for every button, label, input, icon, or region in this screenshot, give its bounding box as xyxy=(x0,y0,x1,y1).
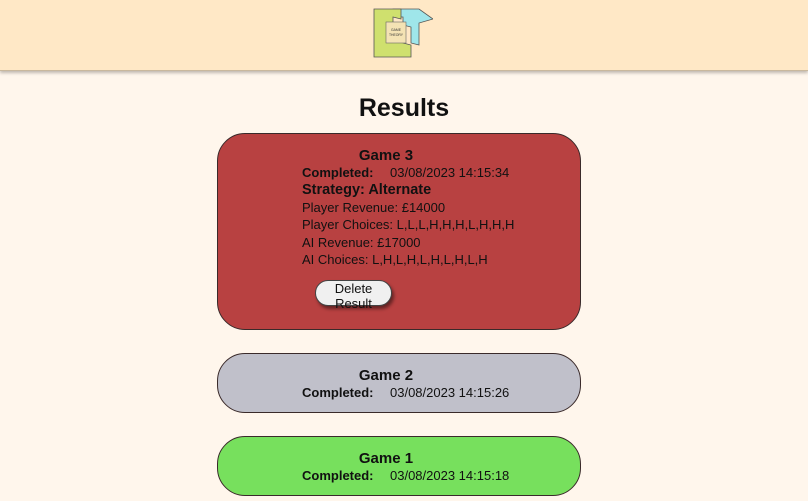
completed-label: Completed: xyxy=(302,385,374,400)
game-title: Game 2 xyxy=(358,367,414,384)
game-title: Game 3 xyxy=(358,147,414,164)
svg-text:GAME: GAME xyxy=(391,28,402,32)
game-title: Game 1 xyxy=(358,450,414,467)
completed-label: Completed: xyxy=(302,468,374,483)
app-header: GAME THEORY xyxy=(0,0,808,71)
ai-revenue: AI Revenue: £17000 xyxy=(302,235,421,250)
result-card-game-2[interactable]: Game 2 Completed: 03/08/2023 14:15:26 xyxy=(217,353,581,413)
strategy-heading: Strategy: Alternate xyxy=(302,182,432,198)
player-choices: Player Choices: L,L,L,H,H,H,L,H,H,H xyxy=(302,217,515,232)
svg-text:THEORY: THEORY xyxy=(389,33,404,37)
delete-result-button[interactable]: Delete Result xyxy=(315,280,392,311)
page-title: Results xyxy=(358,94,450,122)
completed-timestamp: 03/08/2023 14:15:18 xyxy=(390,468,510,483)
completed-timestamp: 03/08/2023 14:15:26 xyxy=(390,385,510,400)
ai-choices: AI Choices: L,H,L,H,L,H,L,H,L,H xyxy=(302,252,488,267)
completed-label: Completed: xyxy=(302,165,374,180)
result-card-game-3: Game 3 Completed: 03/08/2023 14:15:34 St… xyxy=(217,133,581,330)
completed-timestamp: 03/08/2023 14:15:34 xyxy=(390,165,510,180)
player-revenue: Player Revenue: £14000 xyxy=(302,200,446,215)
game-theory-logo[interactable]: GAME THEORY xyxy=(373,7,433,59)
result-card-game-1[interactable]: Game 1 Completed: 03/08/2023 14:15:18 xyxy=(217,436,581,496)
